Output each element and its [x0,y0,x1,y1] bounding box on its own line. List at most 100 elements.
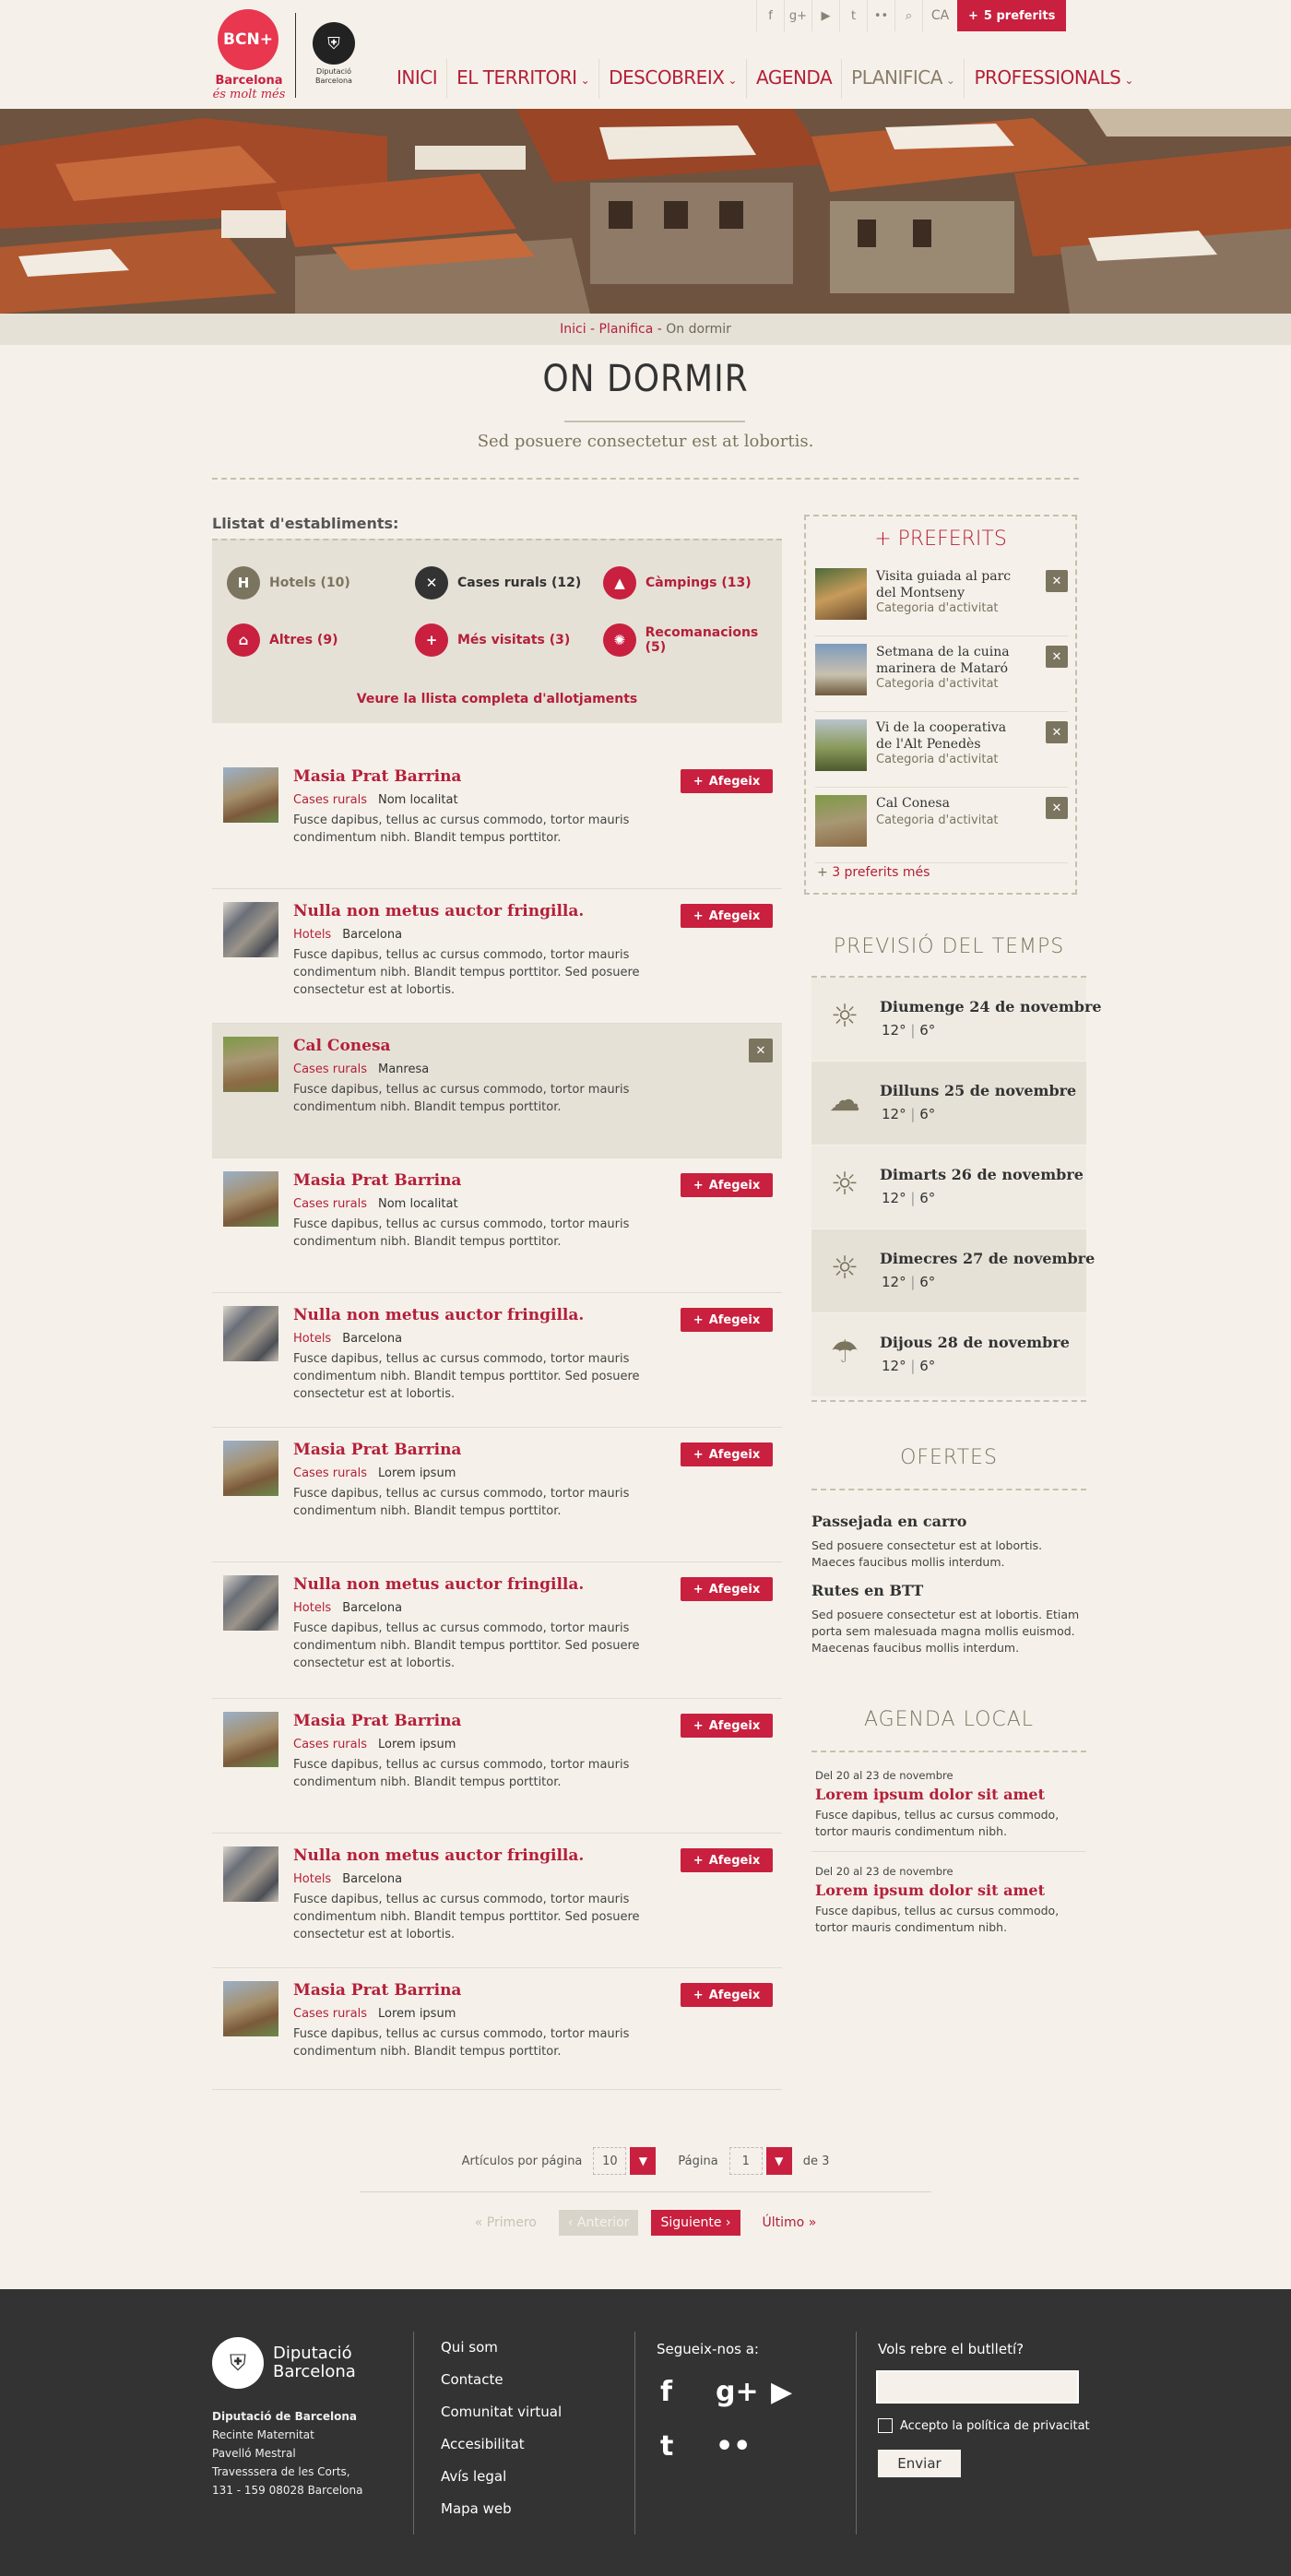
facebook-icon[interactable]: f [660,2376,716,2408]
googleplus-icon[interactable]: g+ [784,0,811,31]
favorite-title[interactable]: Cal Conesa [876,795,1024,812]
listing-thumbnail[interactable] [223,1037,278,1092]
offer-title[interactable]: Rutes en BTT [811,1582,1086,1599]
add-favorite-button[interactable]: + Afegeix [681,1848,773,1872]
listing-category[interactable]: Cases rurals [293,1062,367,1076]
footer-link-accesibilitat[interactable]: Accesibilitat [441,2428,562,2461]
nav-item-professionals[interactable]: PROFESSIONALS ⌄ [964,59,1142,99]
remove-favorite-button[interactable]: ✕ [1046,570,1068,592]
listing-title[interactable]: Masia Prat Barrina [293,1981,461,2000]
footer-link-qui-som[interactable]: Qui som [441,2332,562,2364]
facebook-icon[interactable]: f [756,0,784,31]
listing-title[interactable]: Nulla non metus auctor fringilla. [293,1846,584,1865]
listing-title[interactable]: Nulla non metus auctor fringilla. [293,1306,584,1324]
footer-link-mapa-web[interactable]: Mapa web [441,2493,562,2525]
category-filter[interactable]: H Hotels (10) [227,566,350,599]
listing-title[interactable]: Cal Conesa [293,1037,391,1055]
bcn-logo[interactable]: BCN + Barcelona és molt més [212,9,286,101]
listing-category[interactable]: Cases rurals [293,1197,367,1211]
category-filter[interactable]: ⌂ Altres (9) [227,623,338,657]
view-all-link[interactable]: Veure la llista completa d'allotjaments [212,692,782,706]
offer-title[interactable]: Passejada en carro [811,1513,1086,1530]
googleplus-icon[interactable]: g+ [716,2376,771,2408]
add-favorite-button[interactable]: + Afegeix [681,1714,773,1738]
footer-link-comunitat[interactable]: Comunitat virtual [441,2396,562,2428]
newsletter-email-input[interactable] [874,2368,1081,2405]
search-icon[interactable]: ⌕ [894,0,922,31]
agenda-item-title[interactable]: Lorem ipsum dolor sit amet [815,1786,1083,1803]
listing-category[interactable]: Hotels [293,1332,331,1346]
nav-item-inici[interactable]: INICI [387,59,446,99]
listing-title[interactable]: Masia Prat Barrina [293,767,461,786]
privacy-checkbox[interactable] [878,2418,893,2433]
listing-title[interactable]: Masia Prat Barrina [293,1712,461,1730]
last-page-button[interactable]: Último » [753,2210,826,2236]
listing-thumbnail[interactable] [223,1306,278,1361]
listing-thumbnail[interactable] [223,1712,278,1767]
add-favorite-button[interactable]: + Afegeix [681,1173,773,1197]
nav-item-descobreix[interactable]: DESCOBREIX ⌄ [598,59,746,99]
favorite-thumbnail[interactable] [815,719,867,771]
next-page-button[interactable]: Siguiente › [651,2210,740,2236]
listing-thumbnail[interactable] [223,767,278,823]
more-favorites-link[interactable]: + 3 preferits més [817,865,930,880]
favorite-thumbnail[interactable] [815,644,867,695]
newsletter-submit-button[interactable]: Enviar [878,2450,961,2477]
remove-favorite-button[interactable]: ✕ [749,1039,773,1062]
listing-title[interactable]: Nulla non metus auctor fringilla. [293,902,584,920]
listing-title[interactable]: Masia Prat Barrina [293,1441,461,1459]
listing-category[interactable]: Cases rurals [293,1738,367,1751]
prev-page-button[interactable]: ‹ Anterior [558,2210,639,2236]
twitter-icon[interactable]: t [660,2430,716,2463]
per-page-select[interactable]: 10 ▼ [593,2147,657,2175]
remove-favorite-button[interactable]: ✕ [1046,721,1068,743]
breadcrumb-planifica[interactable]: Planifica [599,322,654,337]
remove-favorite-button[interactable]: ✕ [1046,646,1068,668]
add-favorite-button[interactable]: + Afegeix [681,1577,773,1601]
flickr-icon[interactable]: •• [716,2430,771,2463]
listing-category[interactable]: Cases rurals [293,793,367,807]
language-selector[interactable]: CA [922,0,957,31]
first-page-button[interactable]: « Primero [466,2210,546,2236]
add-favorite-button[interactable]: + Afegeix [681,1983,773,2007]
listing-category[interactable]: Hotels [293,1872,331,1886]
listing-title[interactable]: Nulla non metus auctor fringilla. [293,1575,584,1594]
category-filter[interactable]: ▲ Càmpings (13) [603,566,752,599]
agenda-item-title[interactable]: Lorem ipsum dolor sit amet [815,1882,1083,1899]
youtube-icon[interactable]: ▶ [811,0,839,31]
remove-favorite-button[interactable]: ✕ [1046,797,1068,819]
listing-thumbnail[interactable] [223,1981,278,2036]
listing-thumbnail[interactable] [223,1846,278,1902]
listing-category[interactable]: Hotels [293,1601,331,1615]
listing-thumbnail[interactable] [223,1171,278,1227]
page-select[interactable]: 1 ▼ [728,2147,792,2175]
twitter-icon[interactable]: t [839,0,867,31]
favorite-title[interactable]: Vi de la cooperativa de l'Alt Penedès [876,719,1024,753]
diputacio-logo[interactable]: ⛨ Diputació Barcelona [308,22,360,86]
listing-thumbnail[interactable] [223,902,278,957]
listing-title[interactable]: Masia Prat Barrina [293,1171,461,1190]
youtube-icon[interactable]: ▶ [771,2376,826,2408]
listing-thumbnail[interactable] [223,1575,278,1631]
breadcrumb-inici[interactable]: Inici [560,322,586,337]
listing-category[interactable]: Hotels [293,928,331,942]
nav-item-agenda[interactable]: AGENDA [745,59,841,99]
chevron-down-icon[interactable]: ▼ [630,2147,657,2175]
favorite-thumbnail[interactable] [815,568,867,620]
footer-link-contacte[interactable]: Contacte [441,2364,562,2396]
flickr-icon[interactable]: •• [867,0,894,31]
favorite-thumbnail[interactable] [815,795,867,847]
category-filter[interactable]: + Més visitats (3) [415,623,570,657]
privacy-checkbox-row[interactable]: Accepto la política de privacitat [878,2418,1090,2433]
nav-item-planifica[interactable]: PLANIFICA ⌄ [841,59,964,99]
add-favorite-button[interactable]: + Afegeix [681,1308,773,1332]
listing-category[interactable]: Cases rurals [293,2007,367,2021]
add-favorite-button[interactable]: + Afegeix [681,1442,773,1466]
listing-thumbnail[interactable] [223,1441,278,1496]
favorites-button[interactable]: +5 preferits [957,0,1067,31]
favorite-title[interactable]: Visita guiada al parc del Montseny [876,568,1024,601]
listing-category[interactable]: Cases rurals [293,1466,367,1480]
favorite-title[interactable]: Setmana de la cuina marinera de Mataró [876,644,1024,677]
category-filter[interactable]: ✕ Cases rurals (12) [415,566,581,599]
footer-link-avis-legal[interactable]: Avís legal [441,2461,562,2493]
